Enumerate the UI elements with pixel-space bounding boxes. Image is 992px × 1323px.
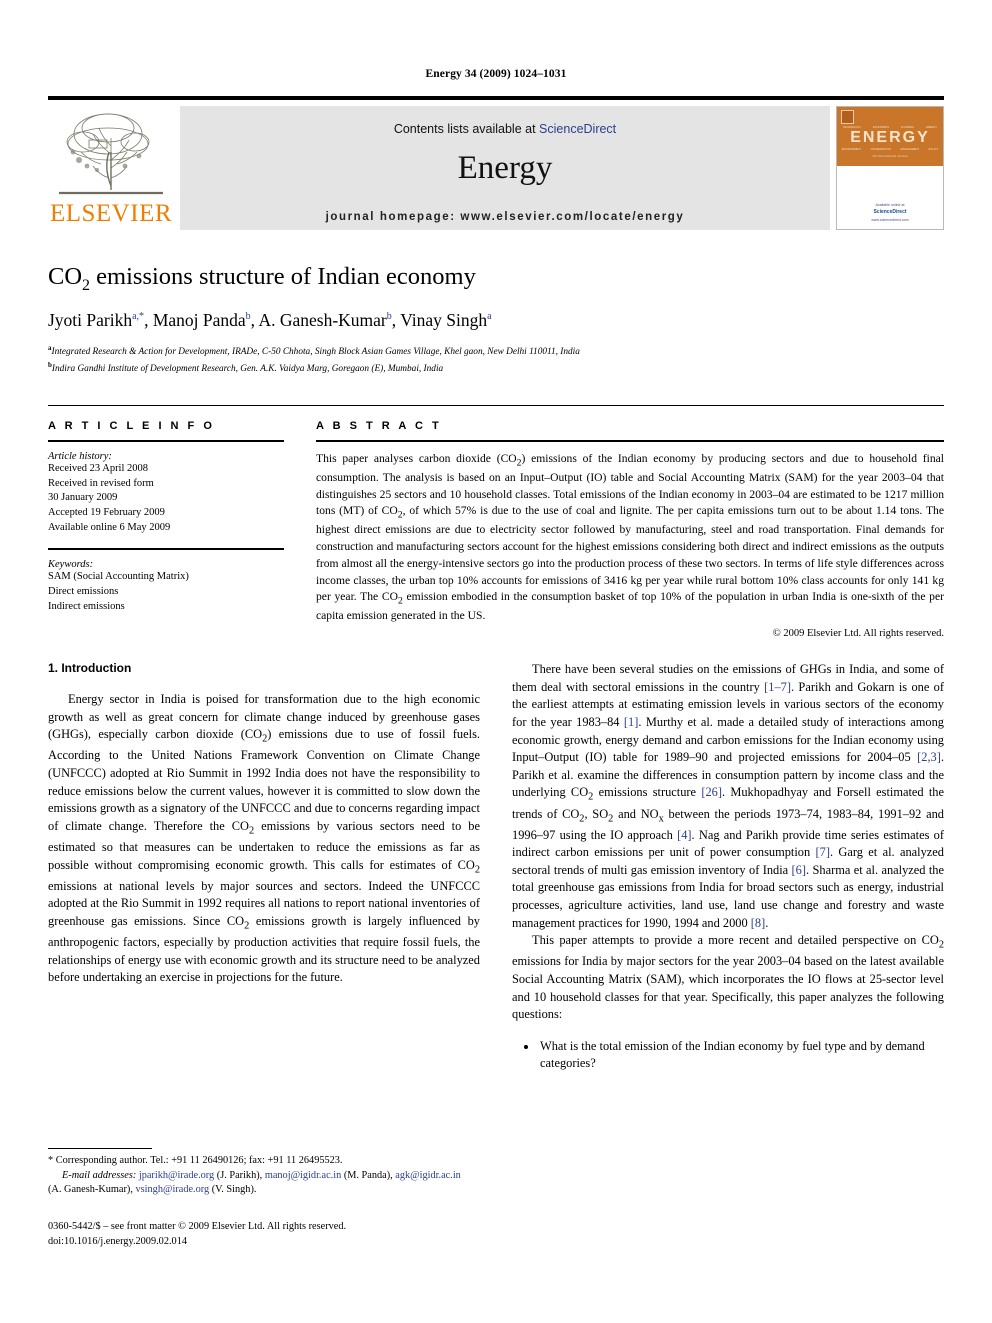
article-history-item: 30 January 2009 [48,492,118,504]
page-title: CO2 emissions structure of Indian econom… [48,263,944,294]
email-owner: (V. Singh) [211,1184,254,1196]
info-abstract-block: A R T I C L E I N F O Article history: R… [48,404,944,640]
list-item: What is the total emission of the Indian… [538,1038,944,1073]
cover-topic: POLICY [928,148,939,151]
article-history-label: Article history: [48,450,112,462]
divider [316,439,944,442]
intro-paragraph: Energy sector in India is poised for tra… [48,692,480,985]
title-part-rest: emissions structure of Indian economy [90,263,476,290]
abstract-text: This paper analyses carbon dioxide (CO2)… [316,451,944,623]
article-history-item: Received in revised form [48,477,154,489]
journal-homepage[interactable]: journal homepage: www.elsevier.com/locat… [180,211,830,223]
running-head: Energy 34 (2009) 1024–1031 [425,68,567,80]
cover-topic: MANAGEMENT [900,148,920,151]
email-label: E-mail addresses: [62,1169,137,1181]
cover-subtitle: The International Journal [872,154,908,158]
email-link[interactable]: agk@igidr.ac.in [395,1170,461,1181]
body-columns: 1. Introduction Energy sector in India i… [48,661,944,1073]
abstract-heading: A B S T R A C T [316,419,442,432]
cover-title: ENERGY [850,129,930,146]
doi-line: doi:10.1016/j.energy.2009.02.014 [48,1235,187,1247]
article-history-item: Accepted 19 February 2009 [48,507,165,519]
body-column-right: There have been several studies on the e… [512,661,944,1073]
affiliation-text: Integrated Research & Action for Develop… [51,347,580,358]
cover-elsevier-mark [841,110,854,124]
cover-topic: CONSERVATION [870,148,891,151]
title-part-main: CO [48,263,83,290]
cover-sciencedirect-block: Available online at ScienceDirect www.sc… [837,202,943,223]
affiliation-text: Indira Gandhi Institute of Development R… [51,364,444,375]
author-list: Jyoti Parikha,*, Manoj Pandab, A. Ganesh… [48,310,492,331]
abstract-copyright: © 2009 Elsevier Ltd. All rights reserved… [772,628,944,640]
keyword-item: Indirect emissions [48,600,125,612]
email-link[interactable]: manoj@igidr.ac.in [265,1170,341,1181]
author-mark: a [487,311,492,323]
author-mark: b [386,311,392,323]
email-link[interactable]: jparikh@irade.org [139,1170,214,1181]
body-column-left: 1. Introduction Energy sector in India i… [48,661,480,1073]
imprint-line: 0360-5442/$ – see front matter © 2009 El… [48,1220,347,1232]
contribution-paragraph: This paper attempts to provide a more re… [512,933,944,1022]
research-question-list: What is the total emission of the Indian… [512,1038,944,1073]
related-work-paragraph: There have been several studies on the e… [512,662,945,930]
article-history-item: Received 23 April 2008 [48,462,149,474]
author-name: Jyoti Parikh [48,310,133,331]
cover-sciencedirect-brand: ScienceDirect [873,209,907,216]
keywords-label: Keywords: [48,559,94,571]
contents-line: Contents lists available at ScienceDirec… [180,106,830,136]
sciencedirect-link[interactable]: ScienceDirect [539,122,616,136]
author-name: Manoj Panda [152,310,246,331]
keyword-item: Direct emissions [48,586,119,598]
title-block: CO2 emissions structure of Indian econom… [48,263,944,377]
journal-article-page: Energy 34 (2009) 1024–1031 ELSEVIER Cont… [0,0,992,1323]
article-history-item: Available online 6 May 2009 [48,522,171,534]
contents-prefix: Contents lists available at [393,122,536,136]
elsevier-tree-icon [53,108,169,200]
article-info-heading: A R T I C L E I N F O [48,419,215,432]
author-mark: a,* [132,311,145,323]
cover-top-panel: TECHNOLOGY ECONOMICS PLANNING ENERGY ENE… [837,107,943,166]
journal-masthead: ELSEVIER Contents lists available at Sci… [48,96,944,230]
divider [48,439,284,442]
author-name: A. Ganesh-Kumar [258,310,387,331]
email-addresses-note: E-mail addresses: jparikh@irade.org (J. … [48,1169,461,1196]
email-owner: (J. Parikh) [216,1169,260,1181]
elsevier-logo: ELSEVIER [48,106,174,226]
keyword-item: SAM (Social Accounting Matrix) [48,571,189,583]
journal-cover-thumbnail: TECHNOLOGY ECONOMICS PLANNING ENERGY ENE… [836,106,944,230]
cover-topic-row-bottom: ENVIRONMENT CONSERVATION MANAGEMENT POLI… [837,148,943,151]
email-owner: (M. Panda) [343,1169,391,1181]
title-subscript: 2 [82,276,91,294]
cover-topic: ENVIRONMENT [841,148,861,151]
journal-name: Energy [457,150,553,186]
footnote-rule [48,1148,152,1149]
affiliation: aIntegrated Research & Action for Develo… [48,343,944,360]
corresponding-author-note: * Corresponding author. Tel.: +91 11 264… [48,1155,343,1166]
elsevier-wordmark: ELSEVIER [49,200,173,227]
author-name: Vinay Singh [400,310,488,331]
author-mark: b [245,311,251,323]
journal-banner: Contents lists available at ScienceDirec… [180,106,830,230]
cover-bottom-panel: Available online at ScienceDirect www.sc… [837,166,943,229]
section-heading-introduction: 1. Introduction [48,661,132,676]
email-owner: (A. Ganesh-Kumar) [48,1184,131,1196]
article-info-column: A R T I C L E I N F O Article history: R… [48,420,284,640]
abstract-column: A B S T R A C T This paper analyses carb… [316,419,944,640]
cover-footer-line2: www.sciencedirect.com [871,217,909,222]
footnote-block: * Corresponding author. Tel.: +91 11 264… [48,1148,464,1249]
affiliation: bIndira Gandhi Institute of Development … [48,360,944,377]
email-link[interactable]: vsingh@irade.org [136,1184,210,1195]
